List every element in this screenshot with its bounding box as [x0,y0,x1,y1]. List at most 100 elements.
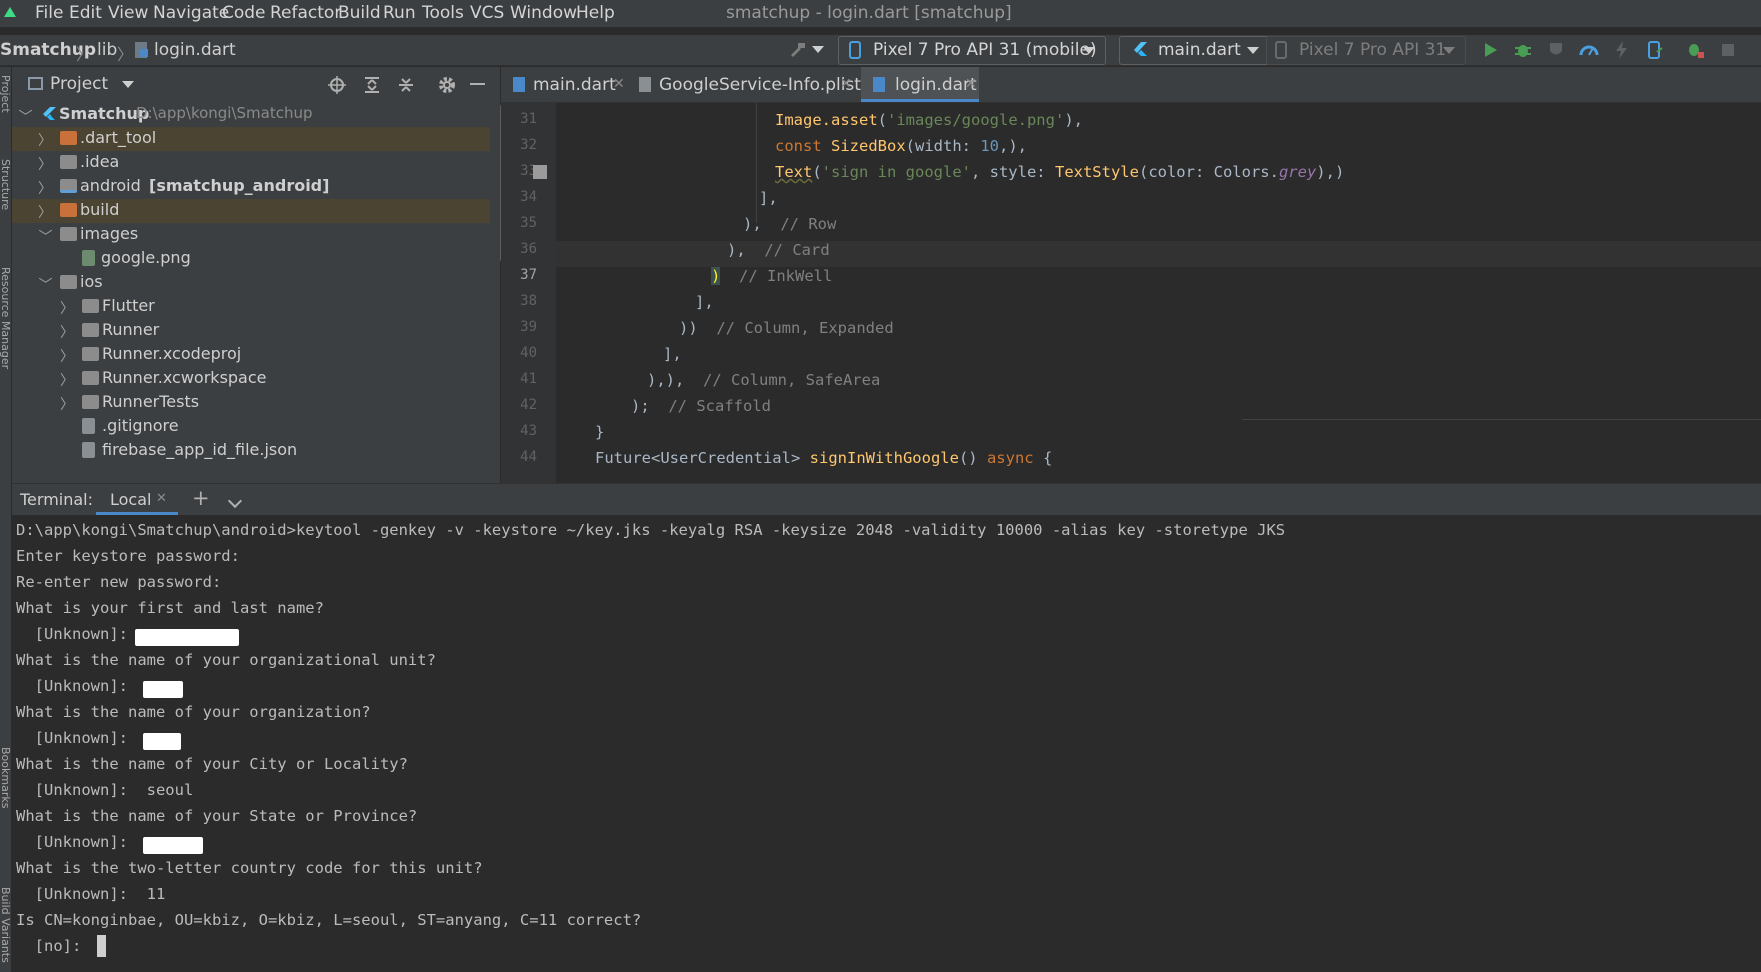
code-token: )) [679,319,698,337]
menu-view[interactable]: View [108,3,148,23]
chevron-right-icon[interactable]: 〉 [60,394,74,414]
tree-item-runner[interactable]: 〉 Runner [12,319,490,343]
tree-item-images[interactable]: 〉 images [12,223,490,247]
chevron-down-icon[interactable]: 〉 [35,277,55,291]
code-line-40[interactable]: ], [663,345,682,371]
tree-item-google-png[interactable]: google.png [12,247,490,271]
tool-window-resource-manager[interactable]: Resource Manager [0,267,12,369]
code-line-44[interactable]: Future<UserCredential> signInWithGoogle(… [595,449,1052,475]
menu-tools[interactable]: Tools [422,3,464,23]
code-line-31[interactable]: Image.asset('images/google.png'), [775,111,1083,137]
terminal-output[interactable]: D:\app\kongi\Smatchup\android>keytool -g… [12,515,1761,972]
gear-icon[interactable] [437,75,457,95]
coverage-icon[interactable] [1546,40,1566,60]
hot-reload-icon[interactable] [1612,40,1632,60]
tab-googleservice-plist[interactable]: GoogleService-Info.plist ✕ [635,67,861,102]
folder-icon [60,155,77,169]
tree-item-runner-xcworkspace[interactable]: 〉 Runner.xcworkspace [12,367,490,391]
run-config-selector[interactable]: main.dart [1119,36,1269,65]
device-selector[interactable]: Pixel 7 Pro API 31 (mobile) [838,36,1106,65]
plist-file-icon [639,77,651,92]
menu-refactor[interactable]: Refactor [270,3,341,23]
breadcrumb-file[interactable]: login.dart [154,40,236,60]
chevron-right-icon[interactable]: 〉 [60,298,74,318]
close-icon[interactable]: ✕ [613,76,625,92]
chevron-down-icon[interactable] [812,46,824,53]
minimize-icon[interactable] [470,83,485,85]
tool-window-project[interactable]: Project [0,75,12,113]
chevron-down-icon[interactable]: 〉 [15,109,35,123]
code-token: const [775,137,822,155]
close-icon[interactable]: ✕ [840,76,852,92]
add-icon[interactable]: + [192,486,210,510]
code-line-33[interactable]: Text('sign in google', style: TextStyle(… [775,163,1344,189]
code-line-42[interactable]: ); // Scaffold [631,397,771,423]
flutter-icon [43,107,56,120]
tool-window-structure[interactable]: Structure [0,159,12,210]
menu-run[interactable]: Run [383,3,416,23]
tool-window-bookmarks[interactable]: Bookmarks [0,747,12,808]
menu-navigate[interactable]: Navigate [153,3,229,23]
code-line-43[interactable]: } [595,423,604,449]
line-number: 36 [520,241,537,257]
tab-login-dart[interactable]: login.dart ✕ [861,67,979,102]
chevron-right-icon[interactable]: 〉 [38,202,52,222]
code-line-32[interactable]: const SizedBox(width: 10,), [775,137,1027,163]
collapse-all-icon[interactable] [396,75,416,95]
menu-code[interactable]: Code [222,3,266,23]
close-icon[interactable]: ✕ [156,491,167,506]
menu-file[interactable]: File [35,3,63,23]
chevron-right-icon[interactable]: 〉 [60,370,74,390]
chevron-right-icon[interactable]: 〉 [60,322,74,342]
menu-help[interactable]: Help [576,3,615,23]
code-line-37[interactable]: ) // InkWell [711,267,832,293]
code-line-38[interactable]: ], [695,293,714,319]
code-line-34[interactable]: ], [759,189,778,215]
close-icon[interactable]: ✕ [965,76,977,92]
phone-icon [1275,41,1287,59]
chevron-right-icon[interactable]: 〉 [38,154,52,174]
tree-item-idea[interactable]: 〉 .idea [12,151,490,175]
hammer-icon[interactable] [788,40,808,60]
chevron-down-icon[interactable] [227,493,243,509]
chevron-right-icon[interactable]: 〉 [38,130,52,150]
menu-vcs[interactable]: VCS [470,3,504,23]
tab-main-dart[interactable]: main.dart ✕ [509,67,627,102]
debug-icon[interactable] [1513,40,1533,60]
tree-item-android[interactable]: 〉 android [smatchup_android] [12,175,490,199]
secondary-device-selector[interactable]: Pixel 7 Pro API 31 [1266,36,1466,65]
tree-item-build[interactable]: 〉 build [12,199,490,223]
color-swatch-icon[interactable] [533,165,547,179]
project-panel-title[interactable]: Project [50,74,108,94]
window-title: smatchup - login.dart [smatchup] [726,3,1012,23]
code-token: TextStyle [1054,163,1139,181]
breadcrumb-lib[interactable]: lib [97,40,117,60]
chevron-right-icon[interactable]: 〉 [60,346,74,366]
expand-all-icon[interactable] [362,75,382,95]
terminal-tab-local[interactable]: Local ✕ [96,484,178,515]
chevron-down-icon[interactable] [122,81,134,88]
tree-item-flutter[interactable]: 〉 Flutter [12,295,490,319]
tree-item-runner-xcodeproj[interactable]: 〉 Runner.xcodeproj [12,343,490,367]
tool-window-build-variants[interactable]: Build Variants [0,887,12,963]
code-line-36[interactable]: ), // Card [727,241,830,267]
tree-item-runnertests[interactable]: 〉 RunnerTests [12,391,490,415]
run-icon[interactable] [1480,40,1500,60]
tree-item-firebase-json[interactable]: firebase_app_id_file.json [12,439,490,463]
locate-icon[interactable] [327,75,347,95]
stop-icon[interactable] [1718,40,1738,60]
menu-build[interactable]: Build [338,3,381,23]
debug-attach-icon[interactable] [1685,40,1705,60]
code-line-39[interactable]: )) // Column, Expanded [679,319,894,345]
tree-item-gitignore[interactable]: .gitignore [12,415,490,439]
menu-window[interactable]: Window [510,3,577,23]
code-line-41[interactable]: ),), // Column, SafeArea [647,371,880,397]
apply-changes-icon[interactable] [1645,40,1665,60]
tree-item-ios[interactable]: 〉 ios [12,271,490,295]
menu-edit[interactable]: Edit [69,3,102,23]
chevron-right-icon[interactable]: 〉 [38,178,52,198]
profiler-icon[interactable] [1579,40,1599,60]
chevron-down-icon[interactable]: 〉 [35,229,55,243]
tree-item-dart-tool[interactable]: 〉 .dart_tool [12,127,490,151]
tree-item-smatchup[interactable]: 〉 Smatchup D:\app\kongi\Smatchup [12,103,490,127]
